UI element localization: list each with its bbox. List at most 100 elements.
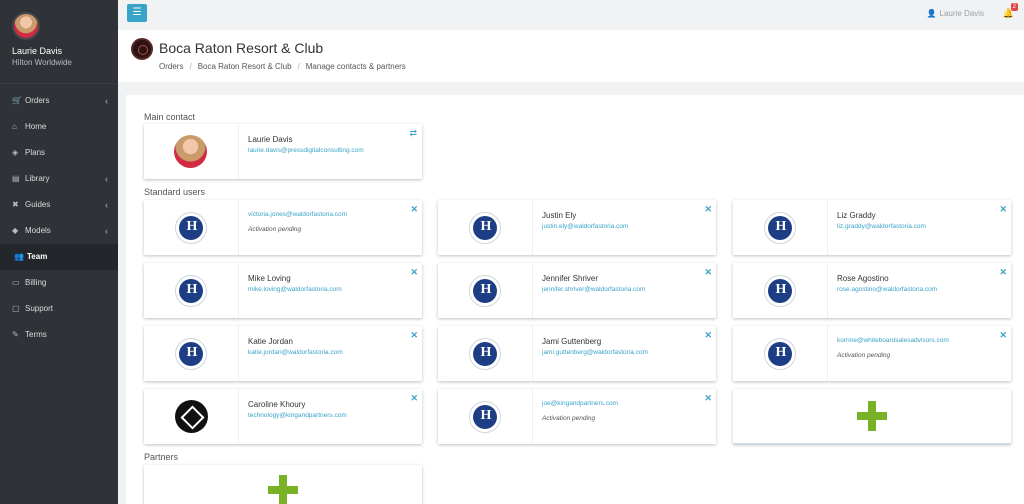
activation-status: Activation pending xyxy=(542,415,596,422)
user-card: korrine@whiteboardsalesadvisors.com Activ… xyxy=(733,326,1011,381)
sidebar-item-plans[interactable]: ◈ Plans xyxy=(0,140,118,166)
partners-label: Partners xyxy=(144,452,179,462)
user-email[interactable]: joe@kingandpartners.com xyxy=(542,400,712,407)
remove-user-icon[interactable]: ✕ xyxy=(410,393,418,404)
billing-icon: ▭ xyxy=(12,278,20,287)
profile-name: Laurie Davis xyxy=(12,46,63,56)
user-card: joe@kingandpartners.com Activation pendin… xyxy=(438,389,716,444)
hilton-logo xyxy=(764,338,797,370)
cart-icon: 🛒 xyxy=(12,96,22,105)
sidebar-item-home[interactable]: ⌂ Home xyxy=(0,114,118,140)
sidebar-profile: Laurie Davis Hilton Worldwide xyxy=(0,0,118,84)
user-name: Justin Ely xyxy=(542,211,577,220)
remove-user-icon[interactable]: ✕ xyxy=(410,330,418,341)
hilton-logo xyxy=(175,212,208,244)
models-icon: ◆ xyxy=(12,226,19,235)
page-title: Boca Raton Resort & Club xyxy=(159,40,324,56)
user-email[interactable]: mike.loving@waldorfastoria.com xyxy=(248,286,418,293)
activation-status: Activation pending xyxy=(248,226,302,233)
main-contact-email[interactable]: laurie.davis@pressdigitalconsulting.com xyxy=(248,147,418,154)
contacts-panel: Main contact Laurie Davis laurie.davis@p… xyxy=(126,95,1024,504)
user-email[interactable]: liz.graddy@waldorfastoria.com xyxy=(837,223,1007,230)
user-email[interactable]: jennifer.shriver@waldorfastoria.com xyxy=(542,286,712,293)
user-name: Jennifer Shriver xyxy=(542,274,599,283)
user-email[interactable]: katie.jordan@waldorfastoria.com xyxy=(248,349,418,356)
support-icon: ▢ xyxy=(12,304,20,313)
user-email[interactable]: rose.agostino@waldorfastoria.com xyxy=(837,286,1007,293)
chevron-left-icon: ‹ xyxy=(105,96,108,106)
activation-status: Activation pending xyxy=(837,352,891,359)
user-name: Jami Guttenberg xyxy=(542,337,602,346)
terms-icon: ✎ xyxy=(12,330,19,339)
cube-icon: ◈ xyxy=(12,148,19,157)
guides-icon: ✖ xyxy=(12,200,19,209)
club-logo xyxy=(131,38,153,60)
user-email[interactable]: victoria.jones@waldorfastoria.com xyxy=(248,211,418,218)
plus-icon xyxy=(857,401,887,431)
remove-user-icon[interactable]: ✕ xyxy=(410,204,418,215)
hamburger-icon: ☰ xyxy=(132,7,142,18)
user-menu[interactable]: 👤 Laurie Davis xyxy=(927,9,984,18)
user-name: Liz Graddy xyxy=(837,211,876,220)
sidebar-item-label: Models xyxy=(25,226,51,235)
main-contact-label: Main contact xyxy=(144,112,196,122)
sidebar-item-library[interactable]: ▤ Library ‹ xyxy=(0,166,118,192)
hilton-logo xyxy=(469,275,502,307)
hilton-logo xyxy=(764,275,797,307)
user-card: Jennifer Shriver jennifer.shriver@waldorf… xyxy=(438,263,716,318)
king-and-partners-logo xyxy=(175,400,208,433)
sidebar-item-label: Home xyxy=(25,122,47,131)
library-icon: ▤ xyxy=(12,174,20,183)
remove-user-icon[interactable]: ✕ xyxy=(999,330,1007,341)
sidebar-item-label: Support xyxy=(25,304,54,313)
sidebar-item-label: Orders xyxy=(25,96,50,105)
sidebar-item-label: Guides xyxy=(25,200,51,209)
remove-user-icon[interactable]: ✕ xyxy=(999,267,1007,278)
sidebar-item-billing[interactable]: ▭ Billing xyxy=(0,270,118,296)
remove-user-icon[interactable]: ✕ xyxy=(410,267,418,278)
chevron-left-icon: ‹ xyxy=(105,174,108,184)
team-icon: 👥 xyxy=(14,252,24,261)
menu-toggle-button[interactable]: ☰ xyxy=(127,4,147,22)
hilton-logo xyxy=(175,275,208,307)
hilton-logo xyxy=(175,338,208,370)
sidebar-item-team[interactable]: 👥 Team xyxy=(0,244,118,270)
breadcrumb-current: Manage contacts & partners xyxy=(305,62,406,71)
notification-badge: 2 xyxy=(1010,3,1018,11)
user-email[interactable]: korrine@whiteboardsalesadvisors.com xyxy=(837,337,1007,344)
plus-icon xyxy=(268,474,298,504)
hilton-logo xyxy=(469,338,502,370)
sidebar-item-guides[interactable]: ✖ Guides ‹ xyxy=(0,192,118,218)
sidebar-item-orders[interactable]: 🛒 Orders ‹ xyxy=(0,88,118,114)
notifications-button[interactable]: 🔔 2 xyxy=(1003,3,1018,19)
sidebar-item-support[interactable]: ▢ Support xyxy=(0,296,118,322)
remove-user-icon[interactable]: ✕ xyxy=(704,204,712,215)
user-email[interactable]: jami.guttenberg@waldorfastoria.com xyxy=(542,349,712,356)
avatar[interactable] xyxy=(12,12,40,40)
breadcrumb-orders[interactable]: Orders xyxy=(159,62,183,71)
remove-user-icon[interactable]: ✕ xyxy=(704,330,712,341)
swap-contact-icon[interactable]: ⇄ xyxy=(409,128,417,139)
add-user-button[interactable] xyxy=(733,389,1011,444)
home-icon: ⌂ xyxy=(12,122,17,131)
main-contact-name: Laurie Davis xyxy=(248,135,293,144)
sidebar: Laurie Davis Hilton Worldwide 🛒 Orders ‹ ⌂ H… xyxy=(0,0,118,504)
user-email[interactable]: technology@kingandpartners.com xyxy=(248,412,418,419)
sidebar-item-models[interactable]: ◆ Models ‹ xyxy=(0,218,118,244)
breadcrumb-club[interactable]: Boca Raton Resort & Club xyxy=(198,62,292,71)
sidebar-item-label: Billing xyxy=(25,278,47,287)
sidebar-item-label: Team xyxy=(27,252,48,261)
remove-user-icon[interactable]: ✕ xyxy=(999,204,1007,215)
sidebar-item-terms[interactable]: ✎ Terms xyxy=(0,322,118,348)
remove-user-icon[interactable]: ✕ xyxy=(704,267,712,278)
remove-user-icon[interactable]: ✕ xyxy=(704,393,712,404)
standard-users-label: Standard users xyxy=(144,187,206,197)
chevron-left-icon: ‹ xyxy=(105,226,108,236)
add-partner-button[interactable] xyxy=(144,465,422,504)
chevron-left-icon: ‹ xyxy=(105,200,108,210)
hilton-logo xyxy=(764,212,797,244)
sidebar-item-label: Terms xyxy=(25,330,47,339)
user-email[interactable]: justin.ely@waldorfastoria.com xyxy=(542,223,712,230)
user-card: Liz Graddy liz.graddy@waldorfastoria.com ✕ xyxy=(733,200,1011,255)
user-name: Katie Jordan xyxy=(248,337,293,346)
